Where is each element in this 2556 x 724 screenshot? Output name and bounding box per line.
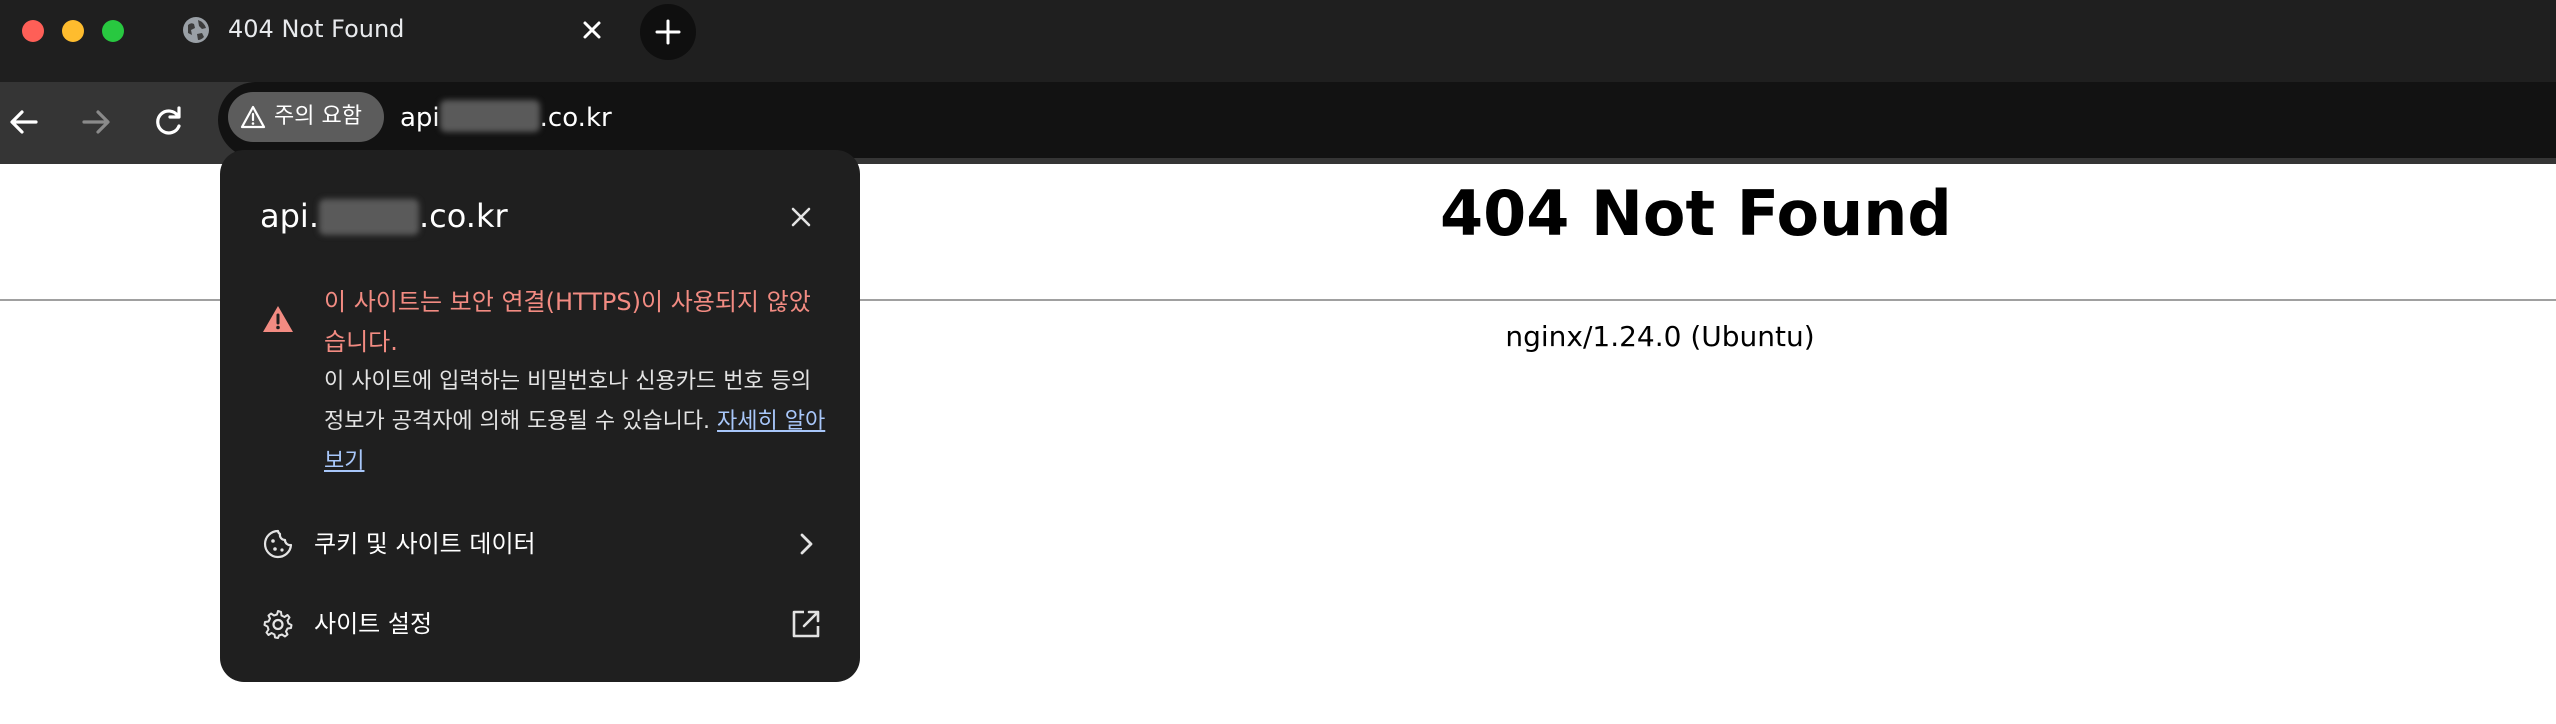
warning-title: 이 사이트는 보안 연결(HTTPS)이 사용되지 않았습니다. xyxy=(324,288,811,356)
tab-title: 404 Not Found xyxy=(228,15,405,43)
security-chip-label: 주의 요함 xyxy=(274,104,362,129)
reload-icon[interactable] xyxy=(148,102,188,142)
security-chip[interactable]: 주의 요함 xyxy=(228,92,384,142)
zoom-window-button[interactable] xyxy=(102,20,124,42)
url-prefix: api xyxy=(400,103,440,133)
close-window-button[interactable] xyxy=(22,20,44,42)
site-settings-label: 사이트 설정 xyxy=(314,610,433,638)
cookies-label: 쿠키 및 사이트 데이터 xyxy=(314,530,536,558)
popup-host: api. .co.kr xyxy=(260,196,508,236)
forward-arrow-icon[interactable] xyxy=(76,102,116,142)
warning-triangle-icon xyxy=(263,306,293,332)
cookie-icon xyxy=(263,529,293,559)
tab-bar: 404 Not Found xyxy=(0,0,2556,82)
warning-body: 이 사이트에 입력하는 비밀번호나 신용카드 번호 등의 정보가 공격자에 의해… xyxy=(324,362,830,482)
page-heading: 404 Not Found xyxy=(1440,177,1952,250)
url-suffix: .co.kr xyxy=(539,103,612,133)
host-prefix: api. xyxy=(260,197,319,235)
open-in-new-icon xyxy=(792,610,820,638)
close-icon[interactable] xyxy=(578,16,606,44)
url-text[interactable]: api .co.kr xyxy=(400,100,612,136)
tab-active[interactable]: 404 Not Found xyxy=(160,0,620,82)
host-suffix: .co.kr xyxy=(418,197,508,235)
site-settings-row[interactable]: 사이트 설정 xyxy=(220,588,860,660)
chevron-right-icon xyxy=(800,533,813,555)
back-arrow-icon[interactable] xyxy=(4,102,44,142)
warning-triangle-icon xyxy=(240,105,266,129)
redacted-domain xyxy=(439,100,540,132)
server-signature: nginx/1.24.0 (Ubuntu) xyxy=(1505,320,1815,353)
minimize-window-button[interactable] xyxy=(62,20,84,42)
cookies-site-data-row[interactable]: 쿠키 및 사이트 데이터 xyxy=(220,508,860,580)
globe-icon xyxy=(183,17,209,43)
redacted-domain xyxy=(318,199,419,235)
plus-icon xyxy=(655,19,681,45)
new-tab-button[interactable] xyxy=(640,4,696,60)
address-bar[interactable]: 주의 요함 api .co.kr xyxy=(218,82,2556,158)
site-info-popup: api. .co.kr 이 사이트는 보안 연결(HTTPS)이 사용되지 않았습… xyxy=(220,150,860,682)
gear-icon xyxy=(263,610,293,639)
close-icon[interactable] xyxy=(786,202,816,232)
